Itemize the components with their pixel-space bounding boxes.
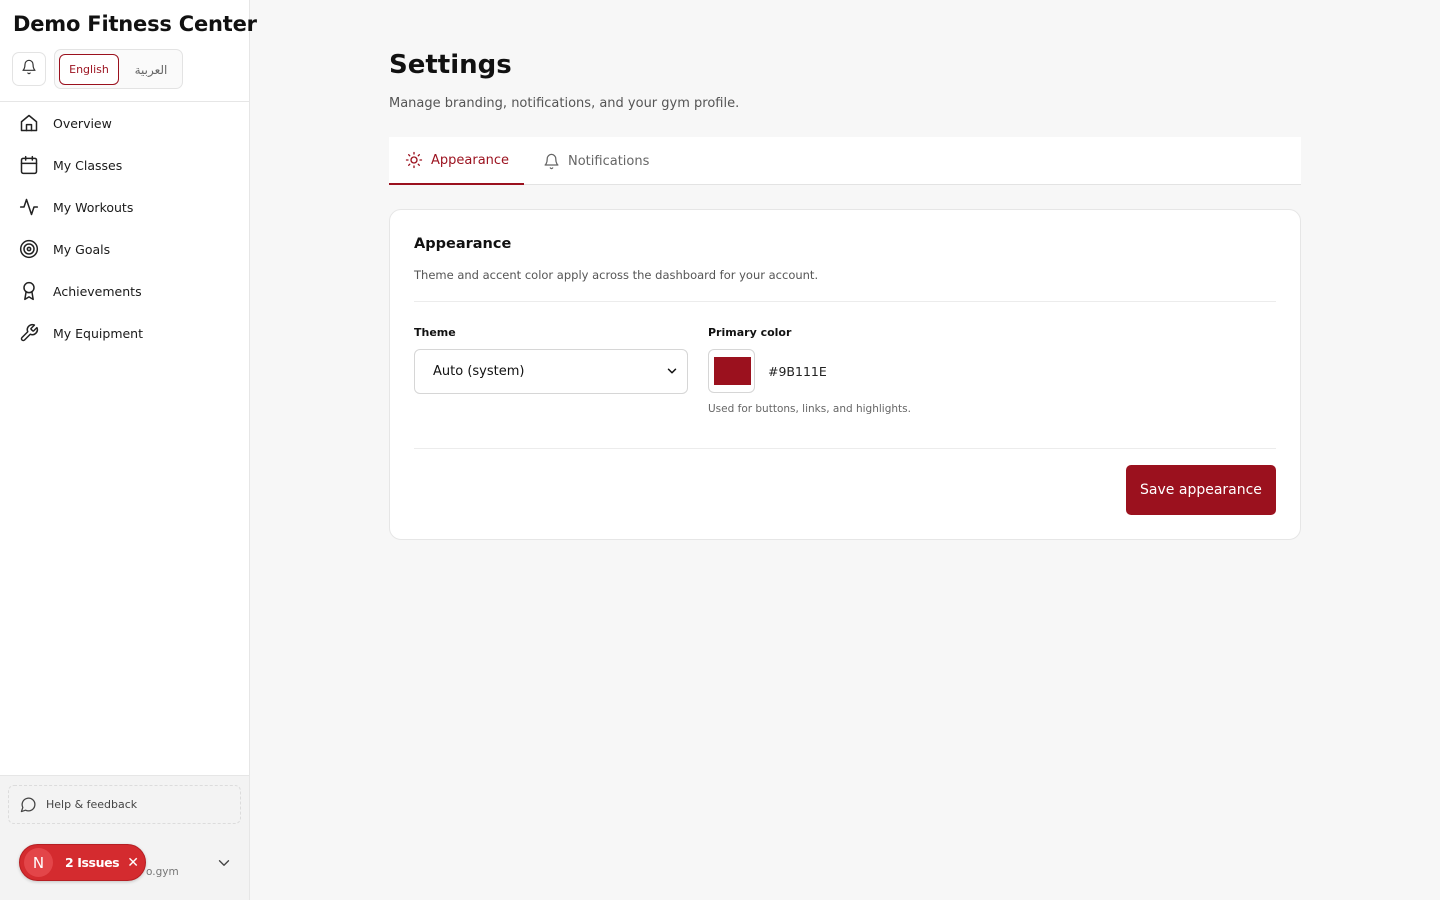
activity-icon bbox=[19, 197, 39, 217]
sidebar: Demo Fitness Center English العربية Over… bbox=[0, 0, 257, 900]
tab-label: Appearance bbox=[431, 152, 510, 168]
brand-title: Demo Fitness Center bbox=[13, 12, 257, 36]
appearance-title: Appearance bbox=[414, 236, 512, 252]
chevron-down-icon[interactable] bbox=[215, 854, 233, 872]
divider bbox=[414, 448, 1276, 449]
sidebar-item-label: My Equipment bbox=[53, 325, 144, 341]
notifications-button[interactable] bbox=[12, 52, 46, 86]
primary-color-label: Primary color bbox=[708, 326, 792, 339]
appearance-card: Appearance Theme and accent color apply … bbox=[389, 209, 1301, 540]
sidebar-item-my-equipment[interactable]: My Equipment bbox=[0, 312, 249, 354]
sidebar-item-label: Achievements bbox=[53, 283, 142, 299]
tab-label: Notifications bbox=[568, 153, 650, 169]
tab-appearance[interactable]: Appearance bbox=[389, 137, 524, 185]
theme-select-value: Auto (system) bbox=[433, 364, 525, 379]
sidebar-item-label: My Classes bbox=[53, 157, 123, 173]
sidebar-footer: Help & feedback o.gym bbox=[0, 775, 249, 900]
user-email: o.gym bbox=[146, 866, 179, 878]
issues-badge[interactable]: N 2 Issues ✕ bbox=[19, 844, 146, 881]
sun-icon bbox=[404, 150, 424, 170]
tab-notifications[interactable]: Notifications bbox=[541, 137, 649, 185]
message-circle-icon bbox=[20, 796, 38, 814]
sidebar-item-overview[interactable]: Overview bbox=[0, 102, 249, 144]
sidebar-item-my-goals[interactable]: My Goals bbox=[0, 228, 249, 270]
calendar-icon bbox=[19, 155, 39, 175]
save-appearance-button[interactable]: Save appearance bbox=[1126, 465, 1276, 515]
help-feedback-button[interactable]: Help & feedback bbox=[8, 785, 241, 824]
issues-count: 2 Issues bbox=[65, 855, 120, 870]
sidebar-item-my-workouts[interactable]: My Workouts bbox=[0, 186, 249, 228]
page-title: Settings bbox=[389, 50, 512, 80]
settings-tabs: Appearance Notifications bbox=[389, 137, 1301, 185]
primary-color-value: #9B111E bbox=[768, 364, 827, 379]
bell-icon bbox=[21, 59, 37, 79]
award-icon bbox=[19, 281, 39, 301]
primary-color-help: Used for buttons, links, and highlights. bbox=[708, 403, 911, 415]
target-icon bbox=[19, 239, 39, 259]
sidebar-item-label: My Workouts bbox=[53, 199, 134, 215]
language-switcher: English العربية bbox=[54, 49, 183, 89]
theme-select[interactable]: Auto (system) bbox=[414, 349, 688, 394]
sidebar-item-my-classes[interactable]: My Classes bbox=[0, 144, 249, 186]
language-arabic-button[interactable]: العربية bbox=[123, 54, 179, 85]
chevron-down-icon bbox=[665, 364, 679, 378]
home-icon bbox=[19, 113, 39, 133]
wrench-icon bbox=[19, 323, 39, 343]
divider bbox=[414, 301, 1276, 302]
issues-avatar: N bbox=[24, 848, 53, 877]
page-subtitle: Manage branding, notifications, and your… bbox=[389, 96, 740, 111]
theme-label: Theme bbox=[414, 326, 456, 339]
appearance-description: Theme and accent color apply across the … bbox=[414, 268, 819, 282]
help-feedback-label: Help & feedback bbox=[46, 798, 138, 811]
primary-color-picker[interactable] bbox=[708, 349, 755, 393]
language-english-button[interactable]: English bbox=[59, 54, 119, 85]
close-icon[interactable]: ✕ bbox=[127, 855, 139, 871]
color-swatch bbox=[714, 357, 751, 385]
sidebar-nav: Overview My Classes My Workouts My Goals… bbox=[0, 102, 249, 354]
sidebar-item-label: Overview bbox=[53, 115, 112, 131]
sidebar-item-label: My Goals bbox=[53, 241, 111, 257]
bell-icon bbox=[541, 151, 561, 171]
sidebar-item-achievements[interactable]: Achievements bbox=[0, 270, 249, 312]
